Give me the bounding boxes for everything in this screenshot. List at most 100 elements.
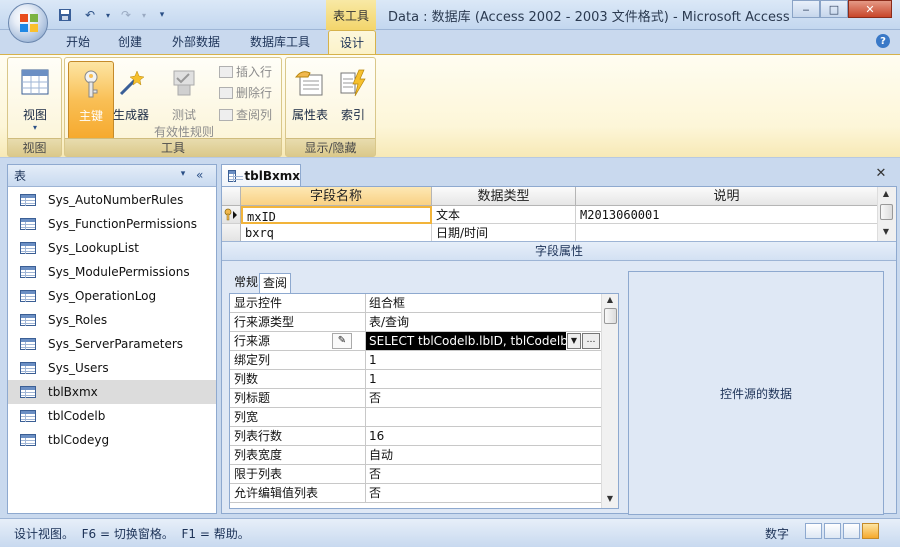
scroll-up-icon[interactable]: ▲ xyxy=(880,189,892,198)
nav-item-sys-autonumberrules[interactable]: Sys_AutoNumberRules xyxy=(8,188,216,212)
nav-pane-collapse-icon[interactable]: « xyxy=(196,168,210,182)
datasheet-view-icon xyxy=(21,69,49,95)
customize-qat-icon[interactable]: ▾ xyxy=(151,6,173,24)
property-value[interactable]: 表/查询 xyxy=(366,313,602,331)
design-view-icon[interactable] xyxy=(862,523,879,539)
property-row[interactable]: 列数 1 xyxy=(230,370,602,389)
nav-pane-header[interactable]: 表 ▾ « xyxy=(8,165,216,187)
save-icon[interactable] xyxy=(54,6,76,24)
nav-pane-dropdown-icon[interactable]: ▾ xyxy=(176,169,190,182)
property-value[interactable]: 1 xyxy=(366,370,602,388)
property-row[interactable]: 列标题否 xyxy=(230,389,602,408)
nav-item-sys-operationlog[interactable]: Sys_OperationLog xyxy=(8,284,216,308)
property-name: 绑定列 xyxy=(230,351,366,369)
property-value[interactable] xyxy=(366,408,602,426)
tab-general[interactable]: 常规 xyxy=(231,273,261,293)
property-value[interactable]: 否 xyxy=(366,465,602,483)
help-icon[interactable]: ? xyxy=(876,34,890,48)
nav-item-sys-users[interactable]: Sys_Users xyxy=(8,356,216,380)
nav-item-tblbxmx[interactable]: tblBxmx xyxy=(8,380,216,404)
nav-item-label: Sys_AutoNumberRules xyxy=(48,193,184,207)
undo-dropdown-icon[interactable]: ▾ xyxy=(104,6,112,24)
tab-lookup[interactable]: 查阅 xyxy=(259,273,292,293)
tab-create[interactable]: 创建 xyxy=(110,30,150,54)
nav-item-label: Sys_Roles xyxy=(48,313,108,327)
property-help-box: 控件源的数据 xyxy=(628,271,884,515)
field-name-cell[interactable]: bxrq xyxy=(241,224,432,242)
property-list-scrollbar[interactable]: ▲ ▼ xyxy=(601,294,618,508)
nav-item-tblcodeyg[interactable]: tblCodeyg xyxy=(8,428,216,452)
property-value[interactable]: 自动 xyxy=(366,446,602,464)
scroll-thumb[interactable] xyxy=(604,308,617,324)
row-source-input[interactable]: SELECT tblCodelb.lbID, tblCodelb. xyxy=(366,332,566,350)
nav-item-label: Sys_ServerParameters xyxy=(48,337,184,351)
property-row[interactable]: 限于列表否 xyxy=(230,465,602,484)
property-row[interactable]: 显示控件 组合框 xyxy=(230,294,602,313)
tab-design[interactable]: 设计 xyxy=(328,30,376,54)
property-value[interactable]: 组合框 xyxy=(366,294,602,312)
field-grid-scrollbar[interactable]: ▲ ▼ xyxy=(877,187,896,241)
office-button[interactable] xyxy=(8,3,48,43)
property-value[interactable]: 否 xyxy=(366,389,602,407)
nav-item-sys-modulepermissions[interactable]: Sys_ModulePermissions xyxy=(8,260,216,284)
property-value[interactable]: 16 xyxy=(366,427,602,445)
builder-icon[interactable]: ✎ xyxy=(332,333,352,349)
row-selector[interactable] xyxy=(222,224,241,242)
indexes-button[interactable]: 索引 xyxy=(330,61,376,136)
row-selector-primary-key[interactable] xyxy=(222,206,241,224)
nav-item-sys-roles[interactable]: Sys_Roles xyxy=(8,308,216,332)
lookup-column-button[interactable]: 查阅列 xyxy=(219,105,272,125)
delete-row-button[interactable]: 删除行 xyxy=(219,83,272,103)
row-source-ellipsis-button[interactable]: … xyxy=(582,333,600,349)
redo-icon[interactable]: ↷ xyxy=(115,6,137,24)
redo-dropdown-icon[interactable]: ▾ xyxy=(140,6,148,24)
property-value[interactable]: 否 xyxy=(366,484,602,502)
document-tab[interactable]: tblBxmx xyxy=(221,164,301,186)
property-row[interactable]: 行来源类型 表/查询 xyxy=(230,313,602,332)
property-sheet-button[interactable]: 属性表 xyxy=(287,61,333,136)
maximize-button[interactable]: □ xyxy=(820,0,848,18)
nav-item-sys-serverparameters[interactable]: Sys_ServerParameters xyxy=(8,332,216,356)
nav-item-tblcodelb[interactable]: tblCodelb xyxy=(8,404,216,428)
delete-row-label: 删除行 xyxy=(236,86,273,100)
insert-row-button[interactable]: 插入行 xyxy=(219,62,272,82)
property-name: 列宽 xyxy=(230,408,366,426)
pivottable-view-icon[interactable] xyxy=(824,523,841,539)
nav-item-sys-functionpermissions[interactable]: Sys_FunctionPermissions xyxy=(8,212,216,236)
property-row[interactable]: 绑定列 1 xyxy=(230,351,602,370)
pivotchart-view-icon[interactable] xyxy=(843,523,860,539)
minimize-button[interactable]: ‒ xyxy=(792,0,820,18)
data-type-cell[interactable]: 文本 xyxy=(432,206,576,224)
view-button[interactable]: 视图 ▾ xyxy=(12,61,58,136)
select-all-corner[interactable] xyxy=(222,187,241,206)
data-type-cell[interactable]: 日期/时间 xyxy=(432,224,576,242)
datasheet-view-icon[interactable] xyxy=(805,523,822,539)
scroll-thumb[interactable] xyxy=(880,204,893,220)
property-row[interactable]: 列表宽度 自动 xyxy=(230,446,602,465)
scroll-up-icon[interactable]: ▲ xyxy=(604,295,616,304)
property-row-row-source[interactable]: 行来源 ✎ SELECT tblCodelb.lbID, tblCodelb. … xyxy=(230,332,602,351)
tab-database-tools[interactable]: 数据库工具 xyxy=(240,30,320,54)
description-cell[interactable]: M2013060001 xyxy=(576,206,878,224)
property-row[interactable]: 允许编辑值列表否 xyxy=(230,484,602,503)
property-row[interactable]: 列宽 xyxy=(230,408,602,427)
column-header-field-name: 字段名称 xyxy=(241,187,432,206)
close-button[interactable]: ✕ xyxy=(848,0,892,18)
tab-home[interactable]: 开始 xyxy=(58,30,98,54)
scroll-down-icon[interactable]: ▼ xyxy=(880,227,892,236)
description-cell[interactable] xyxy=(576,224,878,242)
nav-item-sys-lookuplist[interactable]: Sys_LookupList xyxy=(8,236,216,260)
undo-icon[interactable]: ↶ xyxy=(79,6,101,24)
row-source-dropdown-icon[interactable]: ▼ xyxy=(567,333,581,349)
builder-button[interactable]: 生成器 xyxy=(107,61,155,136)
field-name-cell[interactable]: mxID xyxy=(241,206,432,224)
view-dropdown-icon: ▾ xyxy=(32,123,37,132)
close-document-icon[interactable]: ✕ xyxy=(872,166,890,182)
test-validation-rules-button[interactable]: 测试 有效性规则 xyxy=(153,61,215,139)
tab-external-data[interactable]: 外部数据 xyxy=(162,30,230,54)
property-value[interactable]: 1 xyxy=(366,351,602,369)
property-row[interactable]: 列表行数 16 xyxy=(230,427,602,446)
test-rules-label-1: 测试 xyxy=(171,108,196,122)
property-name: 列表宽度 xyxy=(230,446,366,464)
scroll-down-icon[interactable]: ▼ xyxy=(604,494,616,503)
